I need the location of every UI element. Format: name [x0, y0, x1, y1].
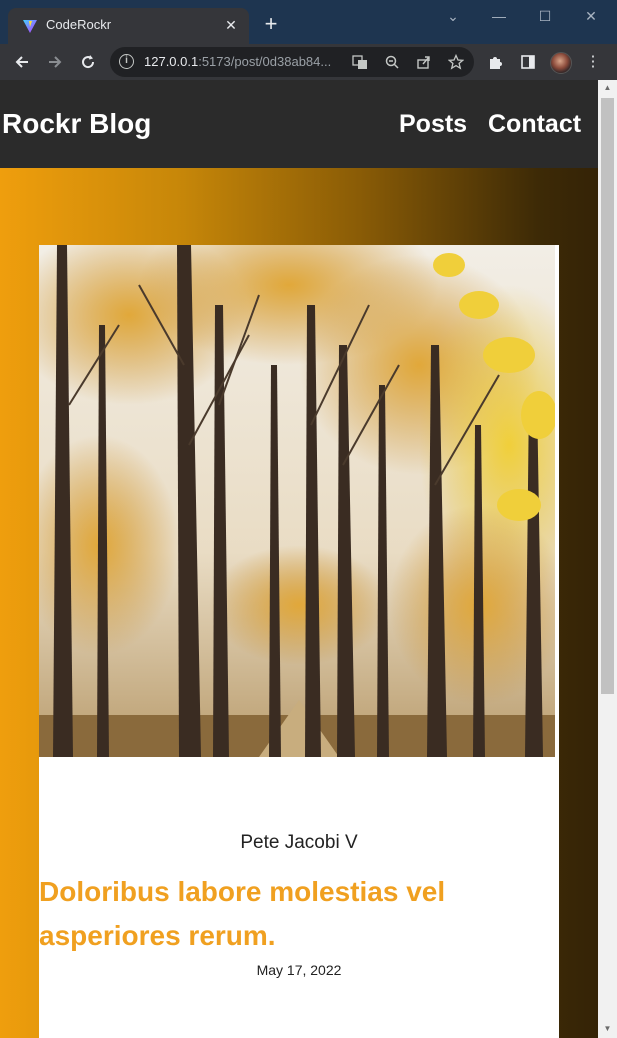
zoom-out-icon[interactable]: [382, 52, 402, 72]
maximize-button[interactable]: ☐: [530, 6, 560, 26]
tab-title: CodeRockr: [46, 17, 112, 32]
forward-button[interactable]: [43, 50, 67, 74]
page-viewport: Rockr Blog Posts Contact May 17, 2022 Pe…: [0, 80, 598, 1038]
minimize-button[interactable]: —: [484, 6, 514, 26]
url-text[interactable]: 127.0.0.1:5173/post/0d38ab84...: [144, 54, 331, 69]
scroll-down-icon[interactable]: ▼: [602, 1024, 613, 1034]
nav-link-posts[interactable]: Posts: [399, 110, 467, 139]
address-bar[interactable]: i 127.0.0.1:5173/post/0d38ab84...: [110, 47, 474, 77]
star-icon[interactable]: [446, 52, 466, 72]
browser-titlebar: CodeRockr ✕ + ⌄ — ☐ ✕: [0, 0, 617, 44]
share-icon[interactable]: [414, 52, 434, 72]
puzzle-icon[interactable]: [484, 50, 508, 74]
new-tab-button[interactable]: +: [259, 12, 283, 36]
browser-tab[interactable]: CodeRockr ✕: [8, 8, 249, 44]
page-scrollbar[interactable]: ▲ ▼: [598, 80, 617, 1038]
translate-icon[interactable]: [350, 52, 370, 72]
post-title: Doloribus labore molestias vel asperiore…: [39, 876, 446, 951]
scroll-thumb[interactable]: [601, 98, 614, 694]
profile-avatar[interactable]: [550, 52, 572, 74]
site-brand[interactable]: Rockr Blog: [2, 108, 151, 140]
browser-toolbar: i 127.0.0.1:5173/post/0d38ab84... ⋮: [0, 44, 617, 80]
tab-close-icon[interactable]: ✕: [221, 15, 241, 35]
close-window-button[interactable]: ✕: [576, 6, 606, 26]
arrow-left-icon: [15, 56, 28, 68]
side-panel-icon[interactable]: [516, 50, 540, 74]
post-date: May 17, 2022: [256, 962, 342, 978]
forest-image: [39, 245, 555, 757]
autumn-forest-photo: [39, 245, 555, 757]
site-header: Rockr Blog Posts Contact: [0, 80, 598, 168]
info-icon[interactable]: i: [119, 54, 134, 69]
nav-link-contact[interactable]: Contact: [488, 110, 581, 139]
back-button[interactable]: [10, 50, 34, 74]
post-author: Pete Jacobi V: [240, 832, 358, 853]
kebab-menu-icon[interactable]: ⋮: [581, 50, 605, 74]
vite-favicon-icon: [23, 20, 37, 33]
scroll-up-icon[interactable]: ▲: [602, 83, 613, 93]
arrow-right-icon: [49, 56, 62, 68]
reload-icon: [82, 55, 95, 69]
reload-button[interactable]: [76, 50, 100, 74]
tab-search-icon[interactable]: ⌄: [438, 6, 468, 26]
